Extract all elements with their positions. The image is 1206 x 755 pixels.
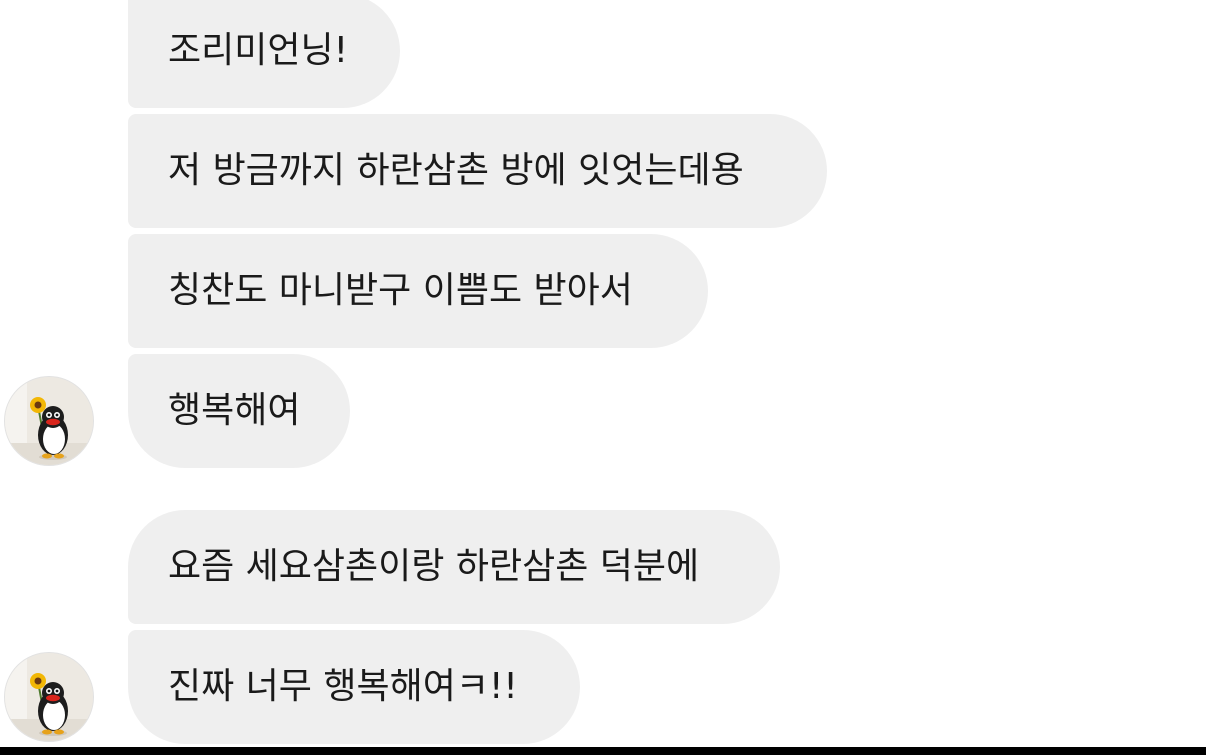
sender-avatar[interactable]	[4, 376, 94, 466]
message-text: 저 방금까지 하란삼촌 방에 잇엇는데용	[168, 150, 744, 191]
penguin-with-sunflower-icon	[5, 653, 93, 741]
message-bubble[interactable]: 행복해여	[128, 354, 350, 468]
bottom-divider	[0, 747, 1206, 755]
penguin-with-sunflower-icon	[5, 377, 93, 465]
message-bubble[interactable]: 진짜 너무 행복해여ㅋ!!	[128, 630, 580, 744]
message-text: 칭찬도 마니받구 이쁨도 받아서	[168, 270, 633, 311]
message-bubble[interactable]: 칭찬도 마니받구 이쁨도 받아서	[128, 234, 708, 348]
message-bubble[interactable]: 조리미언닝!	[128, 0, 400, 108]
message-bubble[interactable]: 요즘 세요삼촌이랑 하란삼촌 덕분에	[128, 510, 780, 624]
message-text: 요즘 세요삼촌이랑 하란삼촌 덕분에	[168, 546, 700, 587]
message-text: 행복해여	[168, 390, 301, 431]
sender-avatar[interactable]	[4, 652, 94, 742]
message-bubble[interactable]: 저 방금까지 하란삼촌 방에 잇엇는데용	[128, 114, 827, 228]
message-text: 조리미언닝!	[168, 30, 349, 71]
message-text: 진짜 너무 행복해여ㅋ!!	[168, 666, 518, 707]
